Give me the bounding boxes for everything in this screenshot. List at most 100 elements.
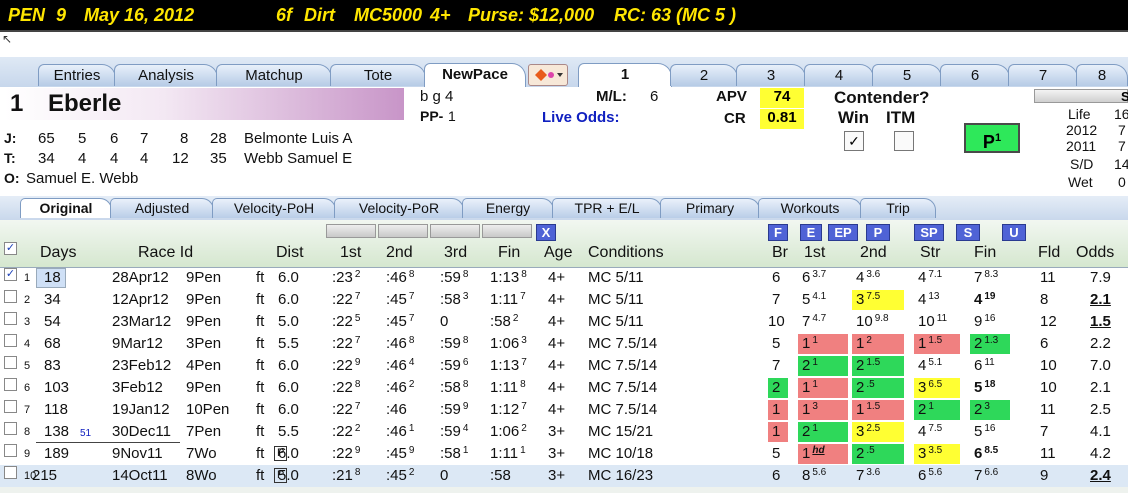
pace-f-button[interactable]: F	[768, 224, 788, 241]
subtab-velocity-poh[interactable]: Velocity-PoH	[212, 198, 336, 218]
col-header-fin-time[interactable]: Fin	[498, 244, 520, 262]
col-header-odds[interactable]: Odds	[1076, 244, 1114, 262]
sort-button-3rd[interactable]	[430, 224, 480, 238]
break-position: 5	[772, 335, 782, 352]
subtab-energy[interactable]: Energy	[462, 198, 554, 218]
subtab-tpr-el[interactable]: TPR + E/L	[552, 198, 662, 218]
select-all-checkbox[interactable]: ✓	[4, 242, 17, 255]
pace-e-button[interactable]: E	[800, 224, 822, 241]
pace-p-button[interactable]: P	[866, 224, 890, 241]
tab-analysis[interactable]: Analysis	[114, 64, 218, 86]
table-row[interactable]: 6 103 3Feb12 9Pen ft 6.0:22 8:46 2:58 8 1:11 8 4+ MC…	[0, 377, 1128, 399]
row-select-checkbox[interactable]	[4, 334, 17, 347]
horse-tab-4[interactable]: 4	[804, 64, 874, 86]
jockey-name[interactable]: Belmonte Luis A	[244, 130, 352, 147]
row-select-checkbox[interactable]	[4, 422, 17, 435]
col-header-2nd-call[interactable]: 2nd	[386, 244, 413, 262]
itm-label: ITM	[886, 108, 916, 127]
pace-ep-button[interactable]: EP	[828, 224, 858, 241]
table-row[interactable]: ✓ 1 18 28Apr12 9Pen ft 6.0:23 2:46 8:59 8 1:13 8 4+ M…	[0, 267, 1128, 289]
race-date: 12Apr12	[112, 291, 169, 308]
table-row[interactable]: 5 83 23Feb12 4Pen ft 6.0:22 9:46 4:59 6 1:13 7 4+ MC…	[0, 355, 1128, 377]
col-header-fin-pos[interactable]: Fin	[974, 244, 996, 262]
row-select-checkbox[interactable]	[4, 290, 17, 303]
second-call-position: 2.5	[856, 445, 875, 462]
pace-sp-button[interactable]: SP	[914, 224, 944, 241]
horse-tab-3[interactable]: 3	[736, 64, 806, 86]
first-call-time: :22 7	[332, 291, 360, 308]
row-select-checkbox[interactable]	[4, 466, 17, 479]
pace-s-button[interactable]: S	[956, 224, 980, 241]
subtab-workouts[interactable]: Workouts	[758, 198, 862, 218]
row-select-checkbox[interactable]	[4, 400, 17, 413]
col-header-3rd-call[interactable]: 3rd	[444, 244, 467, 262]
table-row[interactable]: 8 138 51 30Dec11 7Pen ft 5.5:22 2:46 1:59 4 1:06 2 3…	[0, 421, 1128, 443]
finish-position-pos: 4	[974, 291, 983, 308]
horse-tab-1[interactable]: 1	[578, 63, 672, 87]
clear-button[interactable]: X	[536, 224, 556, 241]
col-header-dist[interactable]: Dist	[276, 244, 304, 262]
col-header-break[interactable]: Br	[772, 244, 788, 262]
subtab-trip[interactable]: Trip	[860, 198, 936, 218]
row-select-checkbox[interactable]: ✓	[4, 268, 17, 281]
col-header-age[interactable]: Age	[544, 244, 572, 262]
col-header-race-id[interactable]: Race Id	[138, 244, 193, 262]
first-call-time: :22 7	[332, 335, 360, 352]
third-call-time-value: :58	[440, 291, 461, 308]
subtab-primary[interactable]: Primary	[660, 198, 760, 218]
sort-button-1st[interactable]	[326, 224, 376, 238]
first-call-position-lengths: 4.7	[812, 313, 827, 324]
first-call-position: 11	[802, 335, 818, 352]
first-call-position: 6 3.7	[802, 269, 826, 286]
contender-itm-checkbox[interactable]	[894, 131, 914, 151]
table-row[interactable]: 7 118 19Jan12 10Pen ft 6.0:22 7:46:59 9 1:12 7 4+ M…	[0, 399, 1128, 421]
horse-tab-7[interactable]: 7	[1008, 64, 1078, 86]
jockey-stat: 28	[210, 130, 227, 147]
second-call-time-value: :46	[386, 379, 407, 396]
tab-tote[interactable]: Tote	[330, 64, 426, 86]
col-header-field[interactable]: Fld	[1038, 244, 1060, 262]
table-row[interactable]: 10 215 14Oct11 8Wo ft P 5.0:21 8:45 2 0:58 3+ MC 16…	[0, 465, 1128, 487]
subtab-original[interactable]: Original	[20, 198, 112, 218]
table-row[interactable]: 4 68 9Mar12 3Pen ft 5.5:22 7:46 8:59 8 1:06 3 4+ MC …	[0, 333, 1128, 355]
row-select-checkbox[interactable]	[4, 312, 17, 325]
row-select-checkbox[interactable]	[4, 444, 17, 457]
second-call-time-sup: 8	[408, 269, 415, 280]
break-position-pos: 5	[772, 335, 781, 352]
horse-tab-2[interactable]: 2	[670, 64, 738, 86]
col-header-stretch[interactable]: Str	[920, 244, 940, 262]
horse-tab-8[interactable]: 8	[1076, 64, 1128, 86]
owner-label: O:	[4, 170, 20, 186]
subtab-velocity-por[interactable]: Velocity-PoR	[334, 198, 464, 218]
table-row[interactable]: 3 54 23Mar12 9Pen ft 5.0:22 5:45 7 0:58 2 4+ MC 5/1…	[0, 311, 1128, 333]
stat-label-wet: Wet	[1068, 174, 1093, 190]
first-call-time: :22 9	[332, 357, 360, 374]
tab-newpace[interactable]: NewPace	[424, 63, 526, 87]
horse-tab-5[interactable]: 5	[872, 64, 942, 86]
row-select-checkbox[interactable]	[4, 356, 17, 369]
horse-name: Eberle	[48, 90, 122, 117]
col-header-days[interactable]: Days	[40, 244, 76, 262]
track-flag-icon[interactable]	[528, 64, 568, 86]
sort-button-fin[interactable]	[482, 224, 532, 238]
cursor-icon: ↖	[2, 32, 13, 46]
col-header-conditions[interactable]: Conditions	[588, 244, 664, 262]
break-position: 6	[772, 467, 782, 484]
second-call-position-pos: 2	[856, 379, 865, 396]
row-select-checkbox[interactable]	[4, 378, 17, 391]
table-row[interactable]: 9 189 9Nov11 7Wo ft P 6.0:22 9:45 9:58 1 1:11 1 3+ MC…	[0, 443, 1128, 465]
tab-entries[interactable]: Entries	[38, 64, 116, 86]
col-header-1st-pos[interactable]: 1st	[804, 244, 825, 262]
contender-win-checkbox[interactable]: ✓	[844, 131, 864, 151]
table-row[interactable]: 2 34 12Apr12 9Pen ft 6.0:22 7:45 7:58 3 1:11 7 4+ MC…	[0, 289, 1128, 311]
pace-projection-button[interactable]: P1	[964, 123, 1020, 153]
trainer-name[interactable]: Webb Samuel E	[244, 150, 352, 167]
first-call-position: 1 hd	[802, 445, 825, 462]
tab-matchup[interactable]: Matchup	[216, 64, 332, 86]
subtab-adjusted[interactable]: Adjusted	[110, 198, 214, 218]
pace-u-button[interactable]: U	[1002, 224, 1026, 241]
sort-button-2nd[interactable]	[378, 224, 428, 238]
col-header-1st-call[interactable]: 1st	[340, 244, 361, 262]
col-header-2nd-pos[interactable]: 2nd	[860, 244, 887, 262]
horse-tab-6[interactable]: 6	[940, 64, 1010, 86]
